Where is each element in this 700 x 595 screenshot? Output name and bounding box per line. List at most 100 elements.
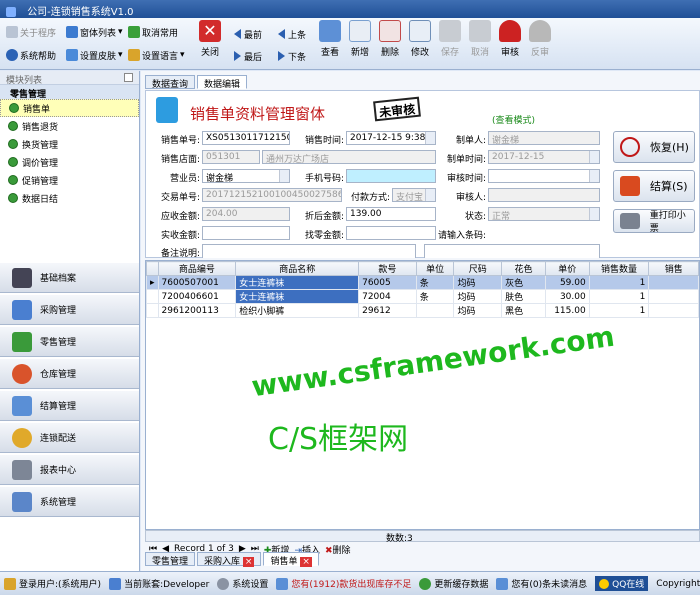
column-header[interactable]: 花色 [501,261,546,276]
last-record-button[interactable]: 最后 [234,48,262,64]
table-cell[interactable] [648,275,699,290]
chevron-down-icon[interactable] [589,151,599,163]
order-items-grid[interactable]: 商品编号 商品名称 款号 单位 尺码 花色 单价 销售数量 销售 ▸ 76005… [145,260,700,530]
tab-data-query[interactable]: 数据查询 [145,75,196,90]
help-button[interactable]: 系统帮助 [6,47,56,63]
tree-item-exchange[interactable]: 换货管理 [0,135,139,153]
column-header[interactable]: 销售 [648,261,699,276]
table-cell[interactable]: 女士连裤袜 [235,289,360,304]
doc-tab-sales-order[interactable]: 销售单 × [263,552,319,567]
table-cell[interactable]: 黑色 [501,303,546,318]
pin-icon[interactable] [124,73,133,82]
chevron-down-icon[interactable] [589,208,599,220]
table-cell[interactable]: 灰色 [501,275,546,290]
column-header[interactable]: 款号 [358,261,417,276]
status-login[interactable]: 登录用户:(系统用户) [4,577,101,590]
table-cell[interactable]: 均码 [453,275,503,290]
add-button[interactable]: 新增 [344,20,376,66]
status-settings[interactable]: 系统设置 [217,577,268,590]
table-cell[interactable]: 肤色 [501,289,546,304]
table-cell[interactable] [415,303,455,318]
table-cell[interactable]: 均码 [453,303,503,318]
tree-item-daily-close[interactable]: 数据日结 [0,189,139,207]
column-header[interactable]: 销售数量 [588,261,650,276]
table-cell[interactable]: 条 [415,289,455,304]
table-cell[interactable]: 1 [588,303,650,318]
module-basic-data[interactable]: 基础档案 [0,262,139,293]
status-refresh-cache[interactable]: 更新缓存数据 [419,577,488,590]
table-cell[interactable]: 72004 [358,289,417,304]
tree-item-price-adjust[interactable]: 调价管理 [0,153,139,171]
table-cell[interactable]: 30.00 [544,289,590,304]
column-header[interactable]: 单价 [544,261,590,276]
status-stock-alert[interactable]: 您有(1912)款货出现库存不足 [276,577,411,590]
view-button[interactable]: 查看 [314,20,346,66]
chevron-down-icon[interactable] [425,189,435,201]
column-header[interactable]: 商品名称 [235,261,360,276]
skin-button[interactable]: 设置皮肤 ▾ [66,47,123,63]
table-cell[interactable]: 76005 [358,275,417,290]
table-cell[interactable]: 检织小脚裤 [235,303,360,318]
delete-button[interactable]: 删除 [374,20,406,66]
table-cell[interactable]: 7600507001 [157,275,237,290]
module-distribution[interactable]: 连锁配送 [0,422,139,453]
trade-no-field[interactable]: 201712152100100450027586380... [202,188,342,202]
audit-time-field[interactable] [488,169,600,183]
first-record-button[interactable]: 最前 [234,26,262,42]
phone-input[interactable] [346,169,436,183]
due-amount-field[interactable]: 204.00 [202,207,290,221]
tab-data-edit[interactable]: 数据编辑 [197,75,248,90]
table-cell[interactable]: 条 [415,275,455,290]
tree-item-promotion[interactable]: 促销管理 [0,171,139,189]
remove-favorite-button[interactable]: 取消常用 [128,24,178,40]
table-cell[interactable]: 115.00 [544,303,590,318]
paid-amount-field[interactable] [202,226,290,240]
table-cell[interactable]: 2961200113 [157,303,237,318]
module-warehouse[interactable]: 仓库管理 [0,358,139,389]
doc-tab-purchase[interactable]: 采购入库 × [197,552,262,567]
table-cell[interactable] [648,303,699,318]
auditor-field[interactable] [488,188,600,202]
reprint-button[interactable]: 重打印小票 [613,209,695,234]
creator-field[interactable]: 谢金梯 [488,131,600,145]
status-account[interactable]: 当前账套:Developer [109,577,209,590]
module-purchase[interactable]: 采购管理 [0,294,139,325]
table-cell[interactable] [648,289,699,304]
chevron-down-icon[interactable] [425,132,435,144]
table-row[interactable]: 7200406601 女士连裤袜 72004 条 均码 肤色 30.00 1 [146,289,699,304]
table-cell[interactable]: 29612 [358,303,417,318]
store-code-field[interactable]: 051301 [202,150,260,164]
module-retail[interactable]: 零售管理 [0,326,139,357]
restore-button[interactable]: 恢复(H) [613,131,695,163]
chevron-down-icon[interactable] [589,170,599,182]
doc-tab-retail[interactable]: 零售管理 [145,552,196,567]
status-messages[interactable]: 您有(0)条未读消息 [496,577,587,590]
status-field[interactable]: 正常 [488,207,600,221]
table-cell[interactable]: 女士连裤袜 [235,275,360,290]
store-name-field[interactable]: 通州万达广场店 [262,150,436,164]
table-cell[interactable]: 均码 [453,289,503,304]
unapprove-button[interactable]: 反审 [524,20,556,66]
table-row[interactable]: ▸ 7600507001 女士连裤袜 76005 条 均码 灰色 59.00 1 [146,275,699,290]
change-amount-field[interactable] [346,226,436,240]
close-icon[interactable]: × [242,557,255,567]
tree-item-sales-order[interactable]: 销售单 [0,99,139,117]
window-list-button[interactable]: 窗体列表 ▾ [66,24,123,40]
module-settlement[interactable]: 结算管理 [0,390,139,421]
prev-record-button[interactable]: 上条 [278,26,306,42]
clerk-select[interactable]: 谢金梯 [202,169,290,183]
status-qq[interactable]: QQ在线 [595,576,649,591]
tree-item-sales-return[interactable]: 销售退货 [0,117,139,135]
table-cell[interactable]: 59.00 [544,275,590,290]
create-time-field[interactable]: 2017-12-15 [488,150,600,164]
order-no-field[interactable]: XS051301171215007 [202,131,290,145]
pay-method-field[interactable]: 支付宝 [392,188,436,202]
column-header[interactable]: 尺码 [453,261,503,276]
about-button[interactable]: 关于程序 [6,24,56,40]
chevron-down-icon[interactable] [279,170,289,182]
module-system[interactable]: 系统管理 [0,486,139,517]
table-cell[interactable]: 7200406601 [157,289,237,304]
sale-time-field[interactable]: 2017-12-15 9:38 [346,131,436,145]
table-cell[interactable]: 1 [588,275,650,290]
cancel-button[interactable]: 取消 [464,20,496,66]
